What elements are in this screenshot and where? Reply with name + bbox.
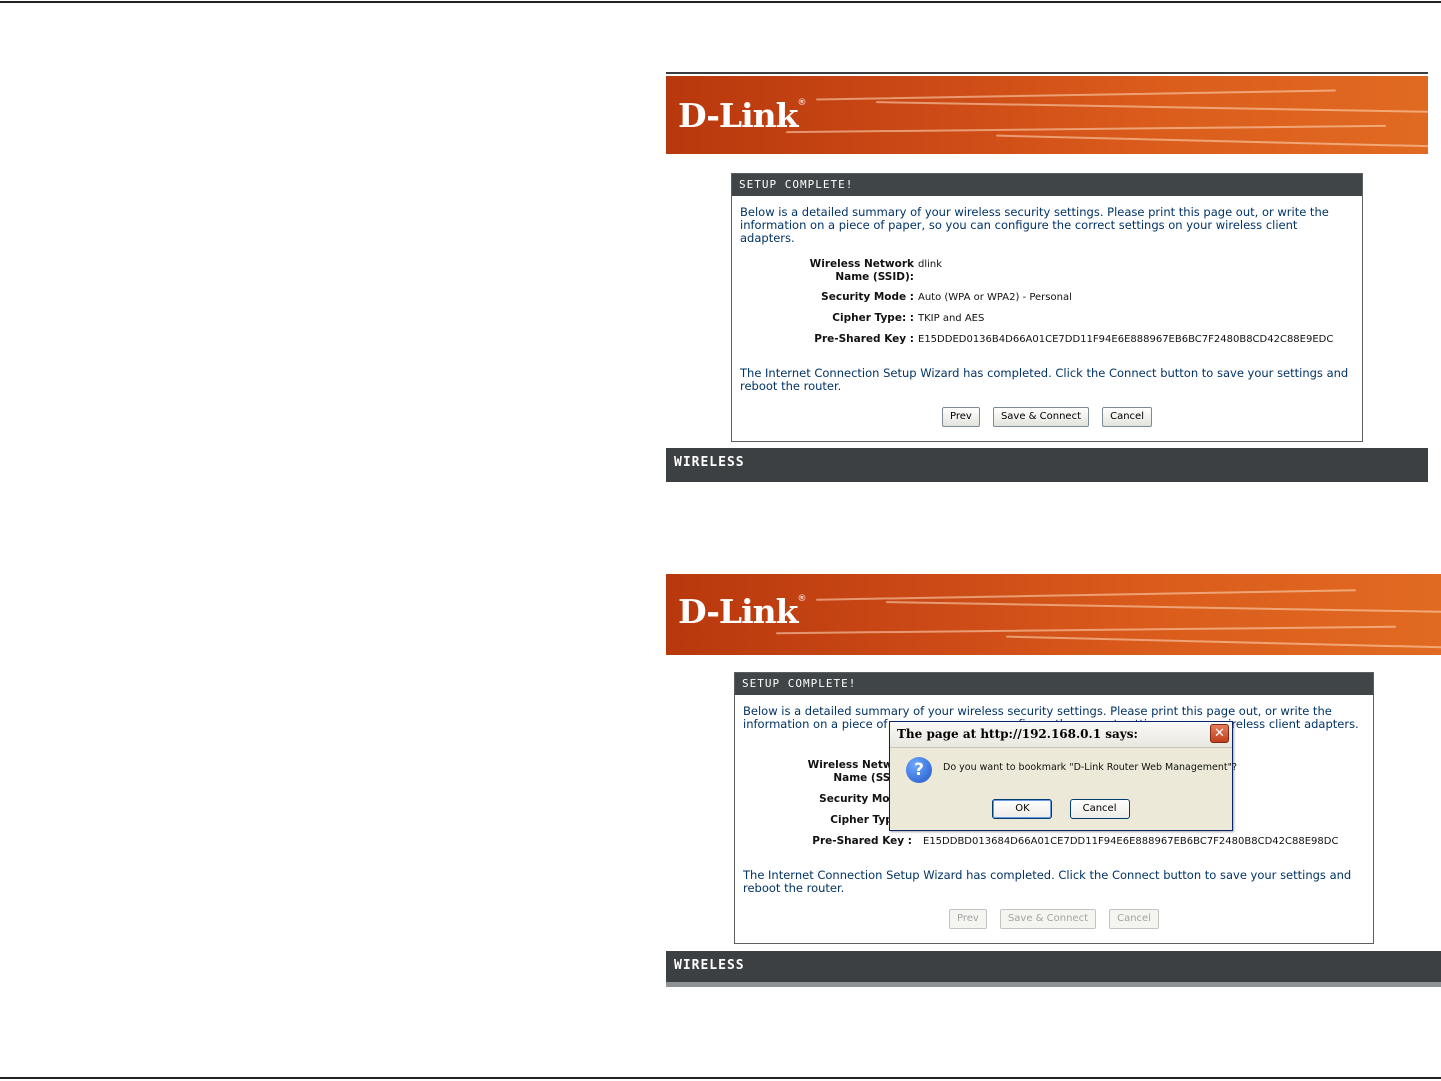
dialog-cancel-button[interactable]: Cancel <box>1069 799 1130 819</box>
psk-value: E15DDBD013684D66A01CE7DD11F94E6E888967EB… <box>923 836 1339 847</box>
ssid-label: Wireless Network Name (SSID): <box>809 258 914 283</box>
cipher-type-label: Cipher Type: : <box>832 312 914 324</box>
ssid-value: dlink <box>918 259 943 270</box>
cancel-button[interactable]: Cancel <box>1109 909 1159 929</box>
save-connect-button[interactable]: Save & Connect <box>992 407 1089 427</box>
dlink-logo: D-Link® <box>678 96 807 135</box>
top-rule <box>0 1 1441 3</box>
question-icon: ? <box>906 757 932 783</box>
header-rule <box>666 72 1428 74</box>
psk-value: E15DDED0136B4D66A01CE7DD11F94E6E888967EB… <box>918 334 1334 345</box>
wizard-buttons: Prev Save & Connect Cancel <box>735 909 1373 929</box>
dlink-banner: D-Link® <box>666 574 1441 655</box>
psk-label: Pre-Shared Key : <box>814 333 914 345</box>
panel-title: SETUP COMPLETE! <box>732 174 1362 196</box>
dialog-title-bar: The page at http://192.168.0.1 says: ✕ <box>890 722 1232 748</box>
router-screenshot-1: D-Link® SETUP COMPLETE! Below is a detai… <box>666 72 1428 482</box>
psk-label: Pre-Shared Key : <box>812 835 912 847</box>
save-connect-button[interactable]: Save & Connect <box>999 909 1096 929</box>
completion-text: The Internet Connection Setup Wizard has… <box>743 868 1352 895</box>
security-mode-value: Auto (WPA or WPA2) - Personal <box>918 292 1072 303</box>
prev-button[interactable]: Prev <box>949 909 987 929</box>
intro-text: Below is a detailed summary of your wire… <box>740 205 1329 245</box>
dialog-ok-button[interactable]: OK <box>992 799 1053 819</box>
cancel-button[interactable]: Cancel <box>1102 407 1152 427</box>
field-row-psk: Pre-Shared Key : E15DDED0136B4D66A01CE7D… <box>732 333 1362 361</box>
dlink-logo: D-Link® <box>678 592 807 631</box>
wireless-footer: WIRELESS <box>666 448 1428 482</box>
dialog-message: Do you want to bookmark "D-Link Router W… <box>943 762 1238 773</box>
field-row-ssid: Wireless Network Name (SSID): dlink <box>732 258 1362 286</box>
wireless-footer: WIRELESS <box>666 951 1441 987</box>
wizard-buttons: Prev Save & Connect Cancel <box>732 407 1362 427</box>
dialog-buttons: OK Cancel <box>890 796 1232 819</box>
cipher-type-value: TKIP and AES <box>918 313 985 324</box>
bookmark-dialog: The page at http://192.168.0.1 says: ✕ ?… <box>889 721 1237 831</box>
router-screenshot-2: D-Link® SETUP COMPLETE! Below is a detai… <box>666 574 1441 994</box>
setup-complete-panel: SETUP COMPLETE! Below is a detailed summ… <box>731 173 1363 442</box>
security-mode-label: Security Mode : <box>821 291 914 303</box>
completion-text: The Internet Connection Setup Wizard has… <box>740 366 1349 393</box>
dialog-title: The page at http://192.168.0.1 says: <box>897 727 1138 741</box>
field-row-psk: Pre-Shared Key : E15DDBD013684D66A01CE7D… <box>735 835 1373 863</box>
close-icon[interactable]: ✕ <box>1210 724 1229 743</box>
panel-title: SETUP COMPLETE! <box>735 673 1373 695</box>
dlink-banner: D-Link® <box>666 76 1428 154</box>
prev-button[interactable]: Prev <box>942 407 980 427</box>
bottom-rule <box>0 1077 1441 1079</box>
